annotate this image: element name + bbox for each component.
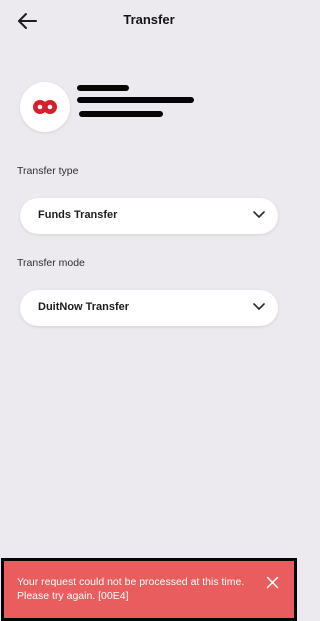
source-account-card — [20, 82, 280, 132]
account-number-redacted — [77, 113, 177, 126]
redaction-bar — [77, 97, 194, 103]
bank-logo — [20, 82, 70, 132]
account-details — [77, 82, 207, 132]
close-icon — [266, 576, 279, 589]
bank-logo-icon — [33, 100, 57, 114]
transfer-type-label: Transfer type — [17, 165, 79, 177]
error-message: Your request could not be processed at t… — [17, 576, 245, 602]
transfer-mode-label: Transfer mode — [17, 257, 85, 269]
redaction-bar — [77, 85, 129, 91]
transfer-mode-value: DuitNow Transfer — [38, 301, 130, 313]
page-title: Transfer — [123, 12, 175, 27]
transfer-type-select[interactable]: Funds Transfer — [20, 198, 278, 234]
chevron-down-icon — [253, 303, 265, 311]
app-header: Transfer — [0, 0, 298, 44]
transfer-mode-select[interactable]: DuitNow Transfer — [20, 290, 278, 326]
transfer-type-value: Funds Transfer — [38, 209, 118, 221]
close-toast-button[interactable] — [266, 576, 279, 589]
chevron-down-icon — [253, 211, 265, 219]
error-toast: Your request could not be processed at t… — [1, 558, 297, 621]
